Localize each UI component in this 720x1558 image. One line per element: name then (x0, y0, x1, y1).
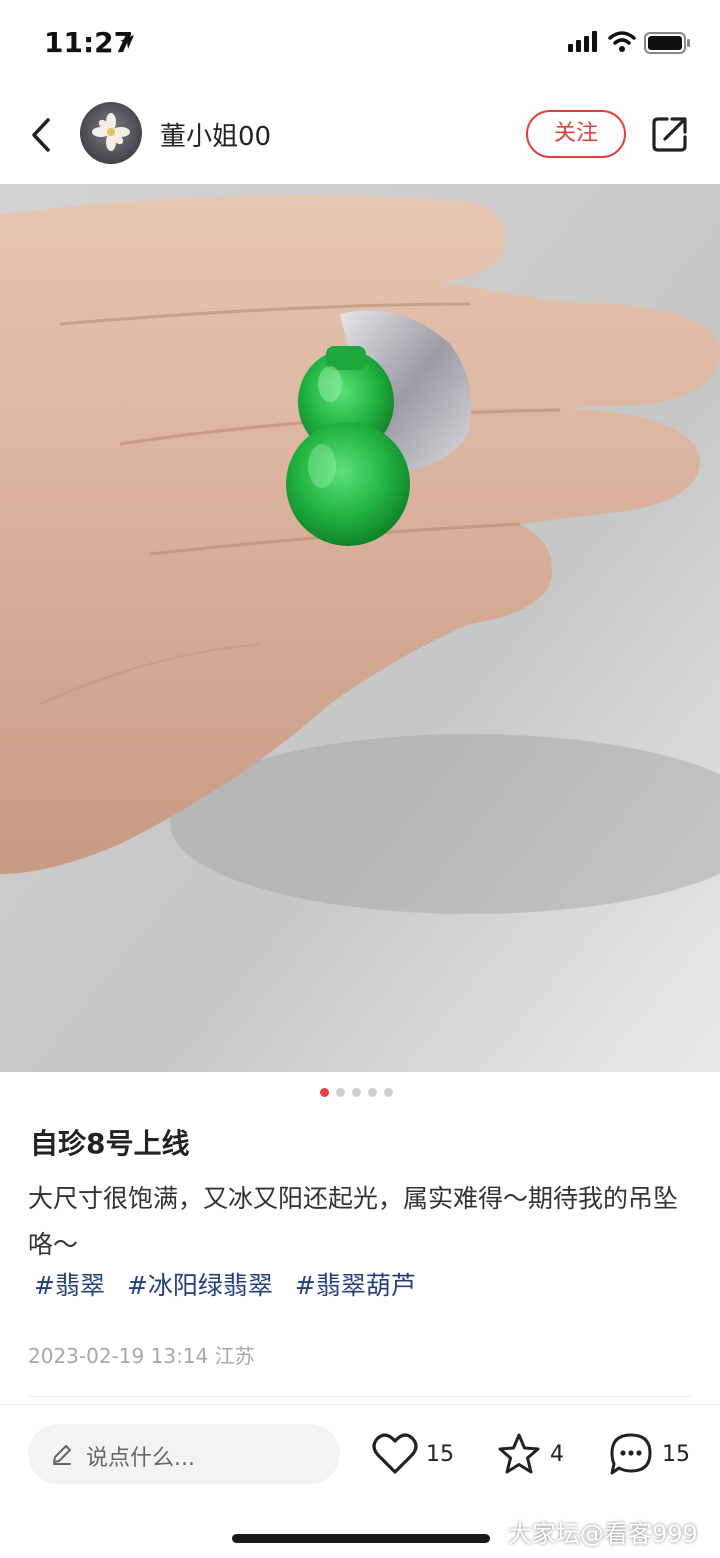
pager-dot[interactable] (320, 1088, 329, 1097)
heart-icon (372, 1432, 418, 1476)
comment-input[interactable]: 说点什么... (28, 1424, 340, 1484)
wifi-icon (608, 30, 636, 56)
avatar[interactable] (80, 102, 142, 164)
follow-button[interactable]: 关注 (526, 110, 626, 158)
author-name[interactable]: 董小姐00 (160, 116, 271, 153)
location-arrow-icon (118, 33, 136, 55)
post-location: 江苏 (214, 1344, 255, 1368)
tag-link[interactable]: #翡翠 (34, 1266, 105, 1302)
photo-pager (320, 1088, 400, 1100)
post-title: 自珍8号上线 (30, 1127, 190, 1160)
comment-bubble-icon (608, 1431, 654, 1477)
post-meta: 2023-02-19 13:14 江苏 (28, 1340, 255, 1369)
jade-gourd-photo[interactable] (0, 184, 720, 1072)
post-page: 11:27 董小姐00 关注 自珍8号上线 大尺寸很饱满，又冰又阳还起光，属实难… (0, 0, 720, 1558)
pager-dot[interactable] (368, 1088, 377, 1097)
status-bar: 11:27 (0, 0, 720, 88)
home-indicator[interactable] (232, 1534, 490, 1543)
post-body: 大尺寸很饱满，又冰又阳还起光，属实难得～期待我的吊坠咯～ (28, 1184, 679, 1259)
bottom-bar-divider (0, 1404, 720, 1405)
divider (28, 1396, 692, 1397)
tag-list: #翡翠 #冰阳绿翡翠 #翡翠葫芦 (34, 1266, 438, 1302)
tag-link[interactable]: #翡翠葫芦 (295, 1266, 416, 1302)
like-count: 15 (426, 1441, 454, 1467)
chevron-left-icon[interactable] (26, 114, 58, 156)
comment-placeholder: 说点什么... (86, 1446, 195, 1471)
signal-icon (568, 30, 598, 56)
post-header: 董小姐00 关注 (0, 88, 720, 184)
star-icon (496, 1432, 542, 1476)
like-button[interactable]: 15 (372, 1428, 454, 1480)
battery-icon (644, 32, 692, 58)
pager-dot[interactable] (352, 1088, 361, 1097)
tag-link[interactable]: #冰阳绿翡翠 (127, 1266, 273, 1302)
pencil-icon (50, 1442, 74, 1466)
comment-button[interactable]: 15 (608, 1428, 690, 1480)
watermark: 大家坛@看客999 (508, 1520, 698, 1548)
pager-dot[interactable] (384, 1088, 393, 1097)
post-date: 2023-02-19 13:14 (28, 1344, 209, 1368)
share-icon[interactable] (650, 114, 690, 154)
favorite-button[interactable]: 4 (496, 1428, 564, 1480)
pager-dot[interactable] (336, 1088, 345, 1097)
comment-count: 15 (662, 1441, 690, 1467)
favorite-count: 4 (550, 1441, 564, 1467)
